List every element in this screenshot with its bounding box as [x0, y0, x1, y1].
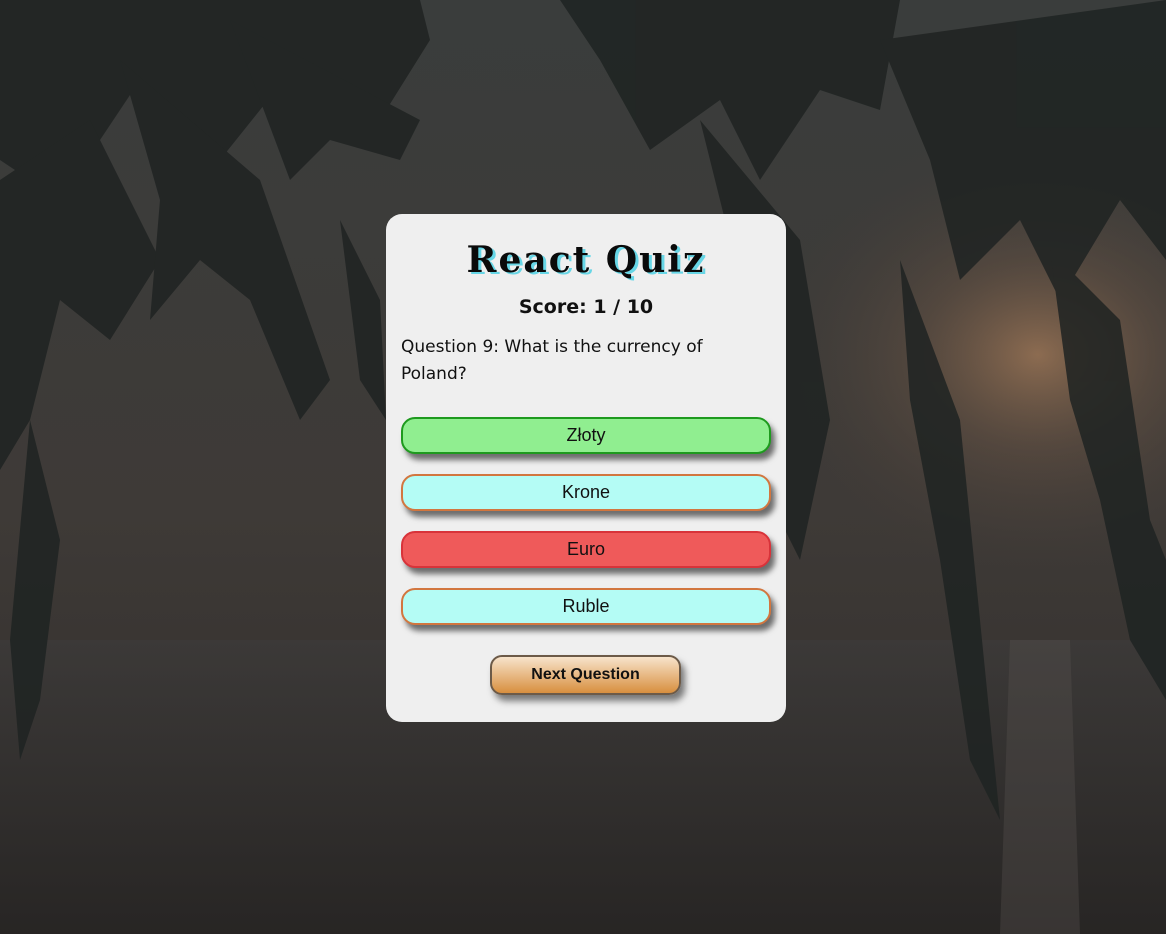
answer-option-euro[interactable]: Euro: [401, 531, 771, 568]
question-text: Question 9: What is the currency of Pola…: [401, 337, 703, 384]
quiz-card: React Quiz Score: 1 / 10 Question 9: Wha…: [386, 214, 786, 722]
app-title: React Quiz: [466, 239, 706, 281]
answer-list: Złoty Krone Euro Ruble: [401, 417, 771, 645]
next-question-button[interactable]: Next Question: [490, 655, 681, 695]
answer-option-zloty[interactable]: Złoty: [401, 417, 771, 454]
answer-option-krone[interactable]: Krone: [401, 474, 771, 511]
answer-option-ruble[interactable]: Ruble: [401, 588, 771, 625]
score-display: Score: 1 / 10: [518, 296, 654, 318]
